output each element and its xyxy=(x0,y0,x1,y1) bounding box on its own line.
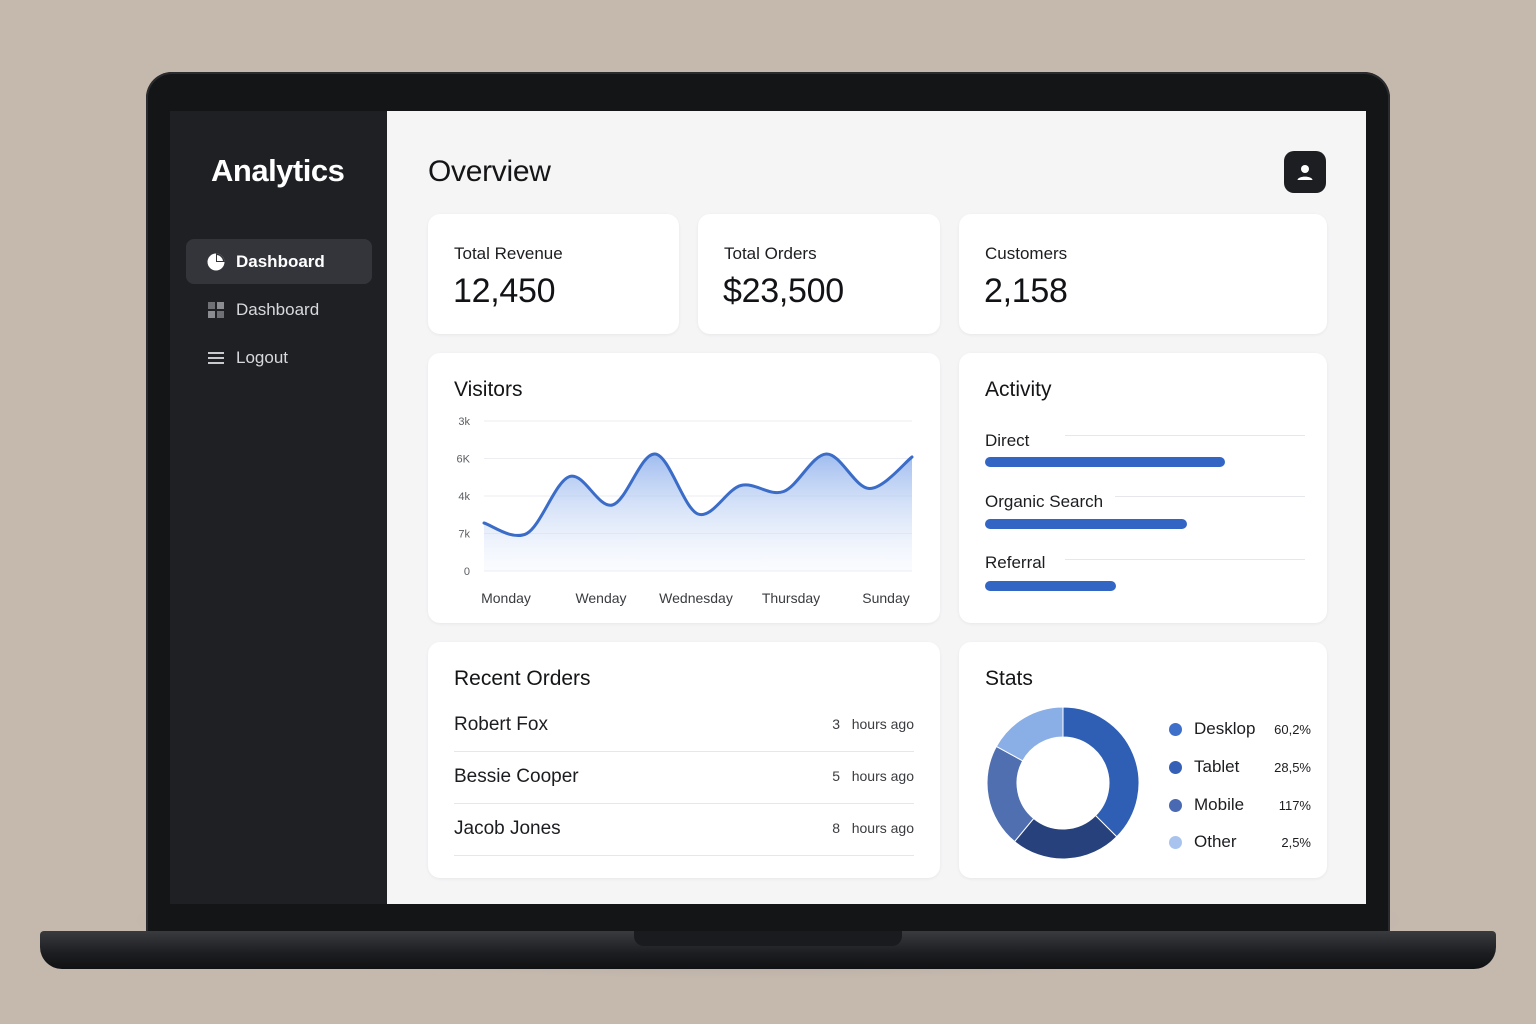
activity-label-direct: Direct xyxy=(985,431,1030,450)
brand-title: Analytics xyxy=(211,153,345,188)
activity-divider xyxy=(1115,496,1305,497)
activity-bar-referral xyxy=(985,581,1117,591)
page-title: Overview xyxy=(428,155,551,188)
y-tick-label: 4k xyxy=(458,491,470,503)
sidebar-item-label: Dashboard xyxy=(236,251,325,271)
stat-card-customers: Customers 2,158 xyxy=(959,214,1327,334)
sidebar: Analytics Dashboard Dashboard Logout xyxy=(170,111,387,904)
legend-label: Tablet xyxy=(1194,757,1240,776)
order-customer-name: Jacob Jones xyxy=(454,818,561,839)
order-row[interactable]: Jacob Jones 8 hours ago xyxy=(454,804,914,856)
sidebar-item-dashboard[interactable]: Dashboard xyxy=(186,239,372,284)
activity-title: Activity xyxy=(985,378,1052,401)
y-tick-label: 3k xyxy=(458,416,470,428)
sidebar-item-label: Dashboard xyxy=(236,299,320,319)
order-customer-name: Bessie Cooper xyxy=(454,766,579,787)
stats-card: Stats Desklop 60,2% Tablet 28,5% Mobile … xyxy=(959,642,1327,878)
y-tick-label: 6K xyxy=(457,454,471,466)
user-icon xyxy=(1297,165,1313,180)
visitors-card: Visitors 3k 6K 4k 7k 0 Monday Wenday Wednesday T… xyxy=(428,353,940,623)
activity-label-referral: Referral xyxy=(985,553,1046,572)
order-time-count: 8 xyxy=(832,820,841,836)
order-time: 5 hours ago xyxy=(832,768,914,784)
legend-label: Other xyxy=(1194,832,1237,851)
screen: Analytics Dashboard Dashboard Logout Ove… xyxy=(170,111,1366,904)
legend-value: 117% xyxy=(1278,798,1311,813)
grid-icon xyxy=(206,300,226,320)
y-tick-label: 0 xyxy=(464,566,470,578)
legend-value: 60,2% xyxy=(1274,722,1311,737)
donut-slice-mobile xyxy=(986,745,1035,843)
sidebar-item-logout[interactable]: Logout xyxy=(186,335,372,380)
legend-dot xyxy=(1169,836,1182,849)
recent-orders-title: Recent Orders xyxy=(454,667,591,690)
legend-label: Mobile xyxy=(1194,795,1245,814)
order-time-count: 5 xyxy=(832,768,841,784)
stat-label: Total Revenue xyxy=(454,244,563,263)
legend-item-desktop: Desklop 60,2% xyxy=(1169,717,1311,741)
sidebar-item-label: Logout xyxy=(236,347,288,367)
x-tick-label: Wenday xyxy=(575,590,626,606)
order-row[interactable]: Robert Fox 3 hours ago xyxy=(454,700,914,752)
order-row[interactable]: Bessie Cooper 5 hours ago xyxy=(454,752,914,804)
sidebar-item-dashboard-2[interactable]: Dashboard xyxy=(186,287,372,332)
legend-value: 28,5% xyxy=(1274,760,1311,775)
activity-bar-direct xyxy=(985,457,1225,467)
stat-value: 2,158 xyxy=(984,272,1068,310)
order-time: 8 hours ago xyxy=(832,820,914,836)
pie-chart-icon xyxy=(206,252,226,272)
stat-value: 12,450 xyxy=(453,272,556,310)
activity-card: Activity Direct Organic Search Referral xyxy=(959,353,1327,623)
legend-dot xyxy=(1169,723,1182,736)
activity-bar-organic xyxy=(985,519,1187,529)
menu-lines-icon xyxy=(206,348,226,368)
stat-label: Total Orders xyxy=(724,244,817,263)
avatar-button[interactable] xyxy=(1284,151,1326,193)
legend-dot xyxy=(1169,799,1182,812)
legend-dot xyxy=(1169,761,1182,774)
legend-label: Desklop xyxy=(1194,719,1256,738)
legend-item-mobile: Mobile 117% xyxy=(1169,793,1311,817)
x-tick-label: Thursday xyxy=(762,590,820,606)
order-time-unit: hours ago xyxy=(851,716,914,732)
laptop-notch xyxy=(634,931,902,946)
legend-value: 2,5% xyxy=(1281,835,1311,850)
stat-label: Customers xyxy=(985,244,1068,263)
legend-item-tablet: Tablet 28,5% xyxy=(1169,755,1311,779)
order-time-unit: hours ago xyxy=(851,768,914,784)
legend-item-other: Other 2,5% xyxy=(1169,830,1311,854)
activity-divider xyxy=(1065,435,1305,436)
x-tick-label: Monday xyxy=(481,590,531,606)
activity-label-organic: Organic Search xyxy=(985,492,1104,511)
x-tick-label: Wednesday xyxy=(659,590,733,606)
activity-divider xyxy=(1065,559,1305,560)
order-time: 3 hours ago xyxy=(832,716,914,732)
stat-value: $23,500 xyxy=(723,272,844,310)
visitors-chart: 3k 6K 4k 7k 0 Monday Wenday Wednesday Thursday Su… xyxy=(457,416,914,606)
order-time-count: 3 xyxy=(832,716,841,732)
stat-card-revenue: Total Revenue 12,450 xyxy=(428,214,679,334)
order-customer-name: Robert Fox xyxy=(454,714,548,735)
y-tick-label: 7k xyxy=(458,529,470,541)
stat-card-orders: Total Orders $23,500 xyxy=(698,214,940,334)
x-tick-label: Sunday xyxy=(862,590,909,606)
recent-orders-card: Recent Orders Robert Fox 3 hours ago Bes… xyxy=(428,642,940,878)
order-time-unit: hours ago xyxy=(851,820,914,836)
device-donut-chart xyxy=(986,706,1140,860)
donut-slice-desklop xyxy=(1062,706,1140,838)
